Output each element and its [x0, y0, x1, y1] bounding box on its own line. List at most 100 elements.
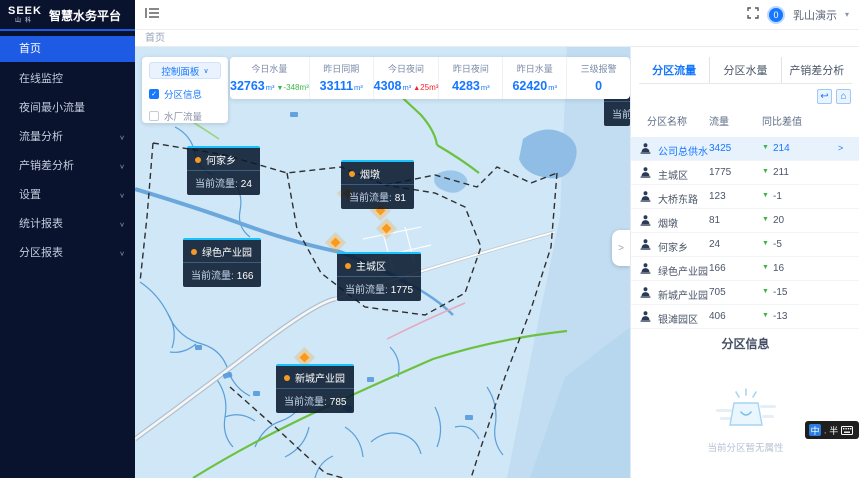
chevron-down-icon: ∨ — [119, 184, 125, 207]
stat-value: 4283 — [452, 79, 480, 93]
flow-label: 当前流量: — [284, 397, 327, 408]
stat-unit: m³ — [266, 83, 275, 92]
layer-plant-flow[interactable]: 水厂流量 — [149, 109, 221, 123]
triangle-down-icon: ▼ — [762, 168, 769, 175]
tooltip-title: 主城区 — [356, 258, 386, 273]
stat-yesterday-same-period: 昨日同期 33111m³ — [310, 57, 374, 99]
table-row[interactable]: 烟墩 81 ▼ 20 — [631, 209, 859, 233]
partition-diff: -1 — [773, 191, 782, 202]
partition-diff: 214 — [773, 143, 790, 154]
sidebar-item-flow-analysis[interactable]: 流量分析∨ — [0, 123, 135, 152]
triangle-down-icon: ▼ — [762, 144, 769, 151]
collapse-menu-icon[interactable] — [145, 6, 160, 24]
sidebar-item-online-monitoring[interactable]: 在线监控 — [0, 65, 135, 94]
layer-partition-info[interactable]: ✓ 分区信息 — [149, 87, 221, 101]
stat-label: 昨日同期 — [310, 62, 373, 75]
stat-delta: 25m³ — [420, 83, 438, 92]
fullscreen-icon[interactable] — [747, 6, 759, 24]
partition-icon — [639, 214, 652, 230]
chevron-down-icon: ∨ — [203, 67, 208, 75]
table-row[interactable]: 主城区 1775 ▼ 211 — [631, 161, 859, 185]
flow-label: 当前流量: — [612, 110, 630, 121]
table-row[interactable]: 绿色产业园 166 ▼ 16 — [631, 257, 859, 281]
user-name[interactable]: 乳山演示 — [793, 7, 837, 23]
partition-diff: 16 — [773, 263, 784, 274]
table-row[interactable]: 何家乡 24 ▼ -5 — [631, 233, 859, 257]
sidebar-item-statistics-report[interactable]: 统计报表∨ — [0, 210, 135, 239]
stat-label: 三级报警 — [567, 62, 630, 75]
map-tooltip-main-city: 主城区 当前流量:1775 — [337, 252, 421, 301]
logo-mark-icon: SEEK 山科 — [8, 6, 42, 24]
partition-icon — [639, 310, 652, 326]
partition-flow: 24 — [709, 239, 720, 250]
logo-primary: SEEK — [8, 6, 42, 17]
topbar: 0 乳山演示 ▾ — [135, 0, 859, 30]
triangle-down-icon: ▼ — [762, 240, 769, 247]
checkbox-checked-icon[interactable]: ✓ — [149, 89, 159, 99]
stat-unit: m³ — [402, 83, 411, 92]
avatar[interactable]: 0 — [767, 6, 785, 24]
tab-partition-flow[interactable]: 分区流量 — [639, 57, 710, 83]
stat-today-volume: 今日水量 32763m³▼-348m³ — [230, 57, 310, 99]
partition-name: 银滩园区 — [658, 311, 698, 326]
stat-value: 33111 — [320, 79, 353, 93]
empty-box-icon — [714, 387, 778, 431]
panel-tabs: 分区流量 分区水量 产销差分析 — [639, 57, 852, 84]
tooltip-title: 新城产业园 — [295, 370, 345, 385]
user-menu-caret-icon[interactable]: ▾ — [845, 10, 849, 19]
layer-panel-button-label: 控制面板 — [161, 64, 199, 78]
ime-punct[interactable]: , — [824, 426, 826, 435]
chevron-down-icon: ∨ — [119, 126, 125, 149]
sidebar-item-home[interactable]: 首页 — [0, 36, 135, 62]
partition-flow: 166 — [709, 263, 726, 274]
tooltip-title: 绿色产业园 — [202, 244, 252, 259]
table-row[interactable]: 公司总供水 3425 ▼ 214 > — [631, 137, 859, 161]
chevron-right-icon: > — [838, 143, 843, 153]
ime-bar[interactable]: 中 , 半 — [805, 421, 859, 439]
partition-name: 大桥东路 — [658, 191, 698, 206]
sidebar-item-partition-report[interactable]: 分区报表∨ — [0, 239, 135, 268]
partition-flow: 406 — [709, 311, 726, 322]
ime-shape[interactable]: 半 — [829, 424, 838, 437]
table-row[interactable]: 银滩园区 406 ▼ -13 — [631, 305, 859, 329]
stat-unit: m³ — [354, 83, 363, 92]
partition-icon — [639, 238, 652, 254]
sidebar-item-label: 分区报表 — [19, 239, 63, 268]
sidebar-item-label: 统计报表 — [19, 210, 63, 239]
sidebar-item-nrw-analysis[interactable]: 产销差分析∨ — [0, 152, 135, 181]
marker-dot-icon — [345, 263, 351, 269]
checkbox-unchecked-icon[interactable] — [149, 111, 159, 121]
partition-flow: 1775 — [709, 167, 731, 178]
map-tooltip-yandun: 烟墩 当前流量:81 — [341, 160, 414, 209]
tab-partition-volume[interactable]: 分区水量 — [710, 57, 781, 83]
partition-name: 绿色产业园 — [658, 263, 708, 278]
partition-icon — [639, 262, 652, 278]
map-canvas[interactable]: 何家乡 当前流量:24 烟墩 当前流量:81 绿色产业园 当前流量:166 主城… — [135, 47, 630, 478]
table-row[interactable]: 大桥东路 123 ▼ -1 — [631, 185, 859, 209]
partition-diff: -13 — [773, 311, 787, 322]
keyboard-icon[interactable] — [841, 426, 853, 435]
home-button[interactable]: ⌂ — [836, 89, 851, 104]
stat-label: 昨日夜间 — [439, 62, 502, 75]
partition-table: 公司总供水 3425 ▼ 214 > 主城区 1775 ▼ 211 大桥东路 1… — [631, 137, 859, 329]
partition-name: 何家乡 — [658, 239, 688, 254]
table-row[interactable]: 新城产业园 705 ▼ -15 — [631, 281, 859, 305]
stat-value: 32763 — [230, 79, 265, 93]
app-title: 智慧水务平台 — [49, 7, 121, 24]
partition-name: 烟墩 — [658, 215, 678, 230]
layer-panel-button[interactable]: 控制面板 ∨ — [149, 62, 221, 79]
ime-mode-icon[interactable]: 中 — [809, 424, 821, 436]
panel-collapse-toggle[interactable]: > — [612, 230, 630, 266]
tab-nrw-analysis[interactable]: 产销差分析 — [782, 57, 852, 83]
back-button[interactable]: ↩ — [817, 89, 832, 104]
stat-label: 今日水量 — [230, 62, 309, 75]
logo-secondary: 山科 — [15, 18, 35, 24]
tooltip-title: 何家乡 — [206, 152, 236, 167]
triangle-down-icon: ▼ — [762, 216, 769, 223]
sidebar-item-label: 设置 — [19, 181, 41, 210]
sidebar-item-settings[interactable]: 设置 ∨ — [0, 181, 135, 210]
stat-label: 今日夜间 — [374, 62, 439, 75]
sidebar-item-night-min-flow[interactable]: 夜间最小流量 — [0, 94, 135, 123]
column-header-diff: 同比差值 — [762, 113, 802, 128]
partition-name: 主城区 — [658, 167, 688, 182]
